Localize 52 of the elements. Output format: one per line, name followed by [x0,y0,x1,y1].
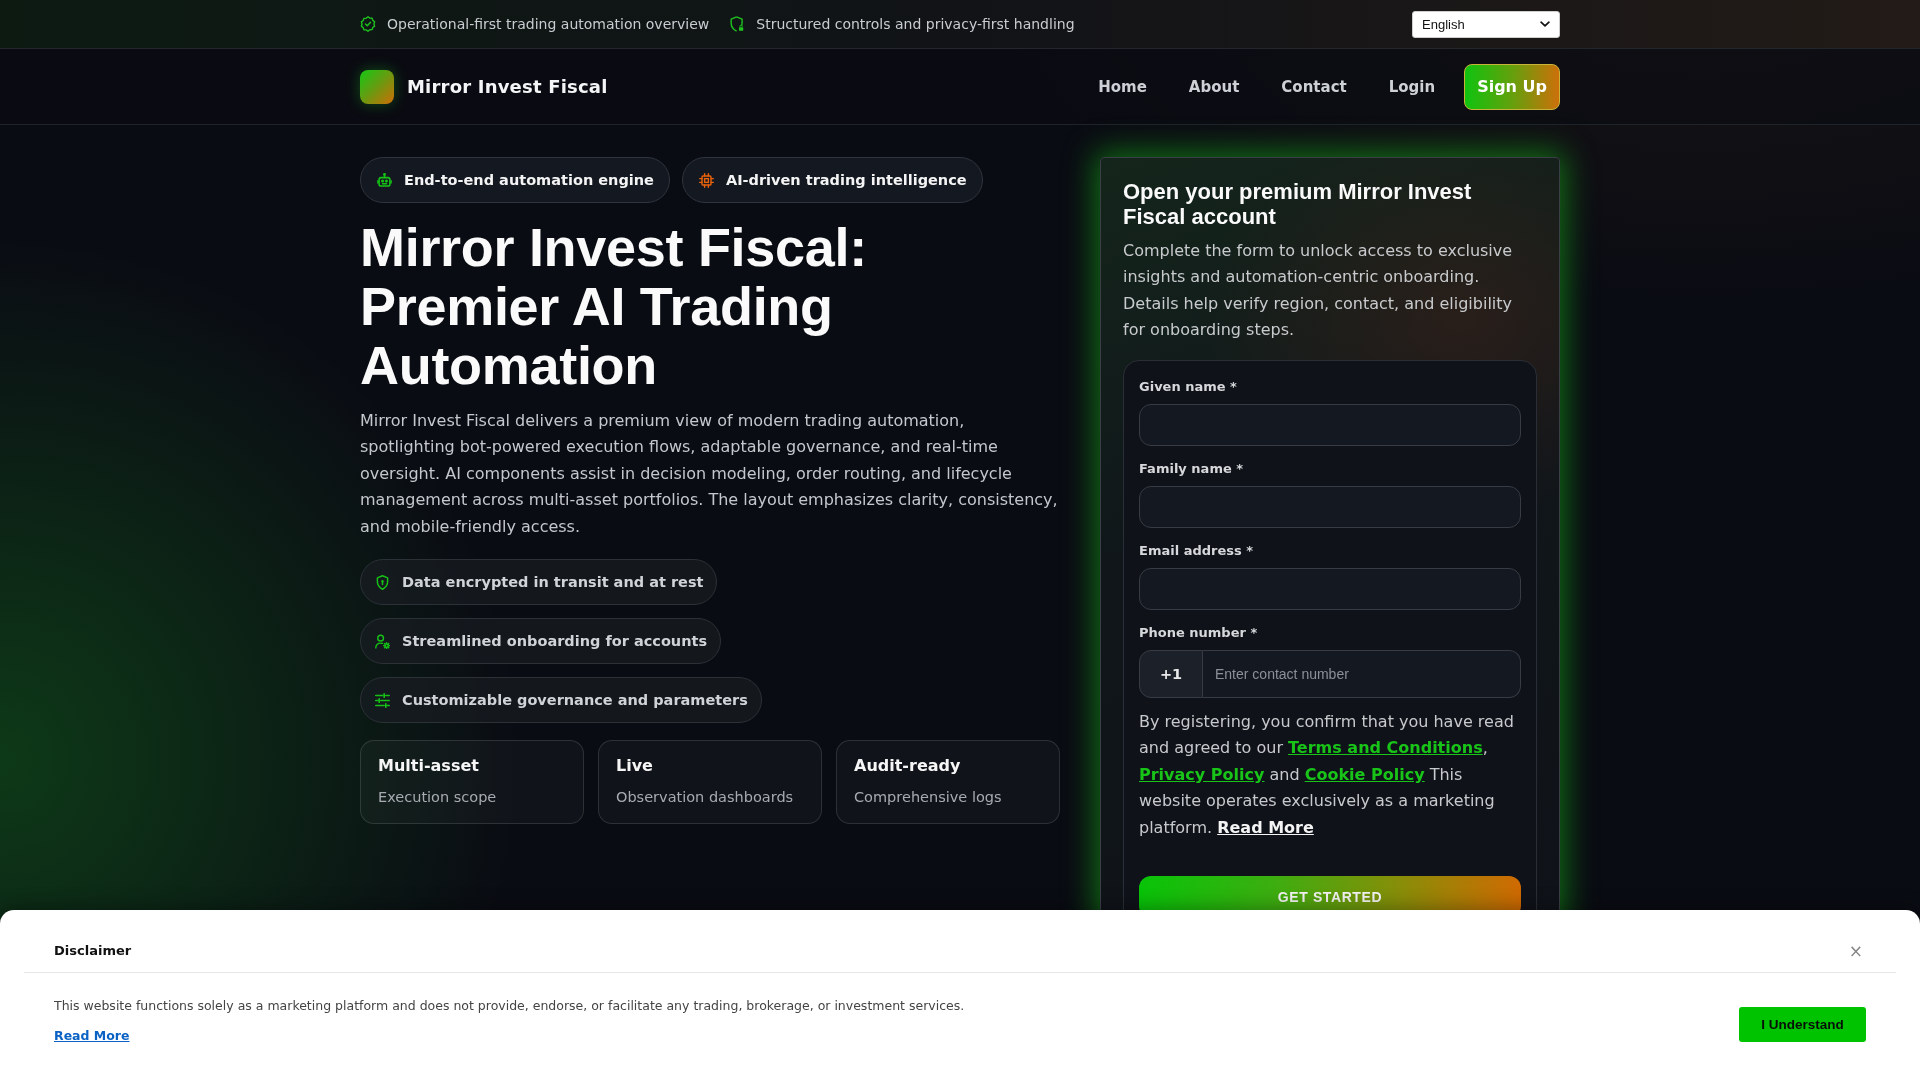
policy-link[interactable]: Privacy Policy [1139,764,1265,784]
announcement-text: Structured controls and privacy-first handling [756,16,1075,32]
nav-link[interactable]: Home [1084,67,1161,106]
hero-description: Mirror Invest Fiscal delivers a premium view of modern trading automation, spotlighting bot-powered execution flows, adaptable governance, and real-time oversight. AI components assist in decision modeling, order routing, and lifecycle management across multi-asset portfolios. The layout emphasizes clarity, consistency, and mobile-friendly access. [360,410,1059,538]
country-code[interactable]: +1 [1139,649,1203,698]
policy-link[interactable]: Terms and Conditions [1288,738,1483,758]
shield-lock-icon [729,16,746,32]
read-more-link[interactable]: Read More [54,1027,130,1045]
field-label: Email address * [1139,541,1255,560]
close-button[interactable]: × [1845,942,1866,960]
stat-title: Multi-asset [378,755,480,778]
input-field[interactable] [1139,567,1521,610]
pill-label: Customizable governance and parameters [402,692,748,709]
robot-icon [377,172,392,188]
pill-label: Streamlined onboarding for accounts [402,633,708,650]
stat-title: Audit-ready [854,755,962,778]
hero-title: Mirror Invest Fiscal: Premier AI Trading Automation [360,218,868,395]
check-badge-icon [360,16,376,32]
field-label: Phone number * [1139,623,1259,642]
signup-button[interactable]: Sign Up [1464,63,1560,110]
nav-link[interactable]: Login [1374,67,1450,106]
stat-subtitle: Execution scope [378,788,498,808]
accept-button[interactable]: I Understand [1739,1006,1866,1042]
pill-label: Data encrypted in transit and at rest [402,574,704,591]
brand-name[interactable]: Mirror Invest Fiscal [407,76,608,97]
disclaimer-text: This website functions solely as a marketing platform and does not provide, endorse, or facilitate any trading, brokerage, or investment services. [54,997,965,1015]
language-select[interactable]: English [1412,10,1560,38]
user-gear-icon [375,633,390,649]
consent-text: By registering, you confirm that you have read and agreed to our Terms and Conditions, Privacy Policy and Cookie Policy This website operates exclusively as a marketing platform. Read More [1139,710,1515,839]
logo-icon [360,69,394,104]
field-label: Given name * [1139,377,1238,396]
stat-subtitle: Comprehensive logs [854,788,1003,808]
pill-label: AI-driven trading intelligence [725,172,967,188]
phone-input[interactable]: Enter contact number [1203,649,1521,698]
input-field[interactable] [1139,485,1521,528]
stat-title: Live [616,755,654,778]
read-more-link[interactable]: Read More [1217,818,1314,837]
shield-icon [375,574,390,590]
chevron-down-icon [1540,21,1550,27]
form-description: Complete the form to unlock access to exclusive insights and automation-centric onboarding. Details help verify region, contact, and eligibility for onboarding steps. [1123,240,1514,342]
form-title: Open your premium Mirror Invest Fiscal account [1123,179,1473,229]
pill-label: End-to-end automation engine [404,172,654,188]
field-label: Family name * [1139,459,1245,478]
chip-icon [698,172,714,188]
announcement-text: Operational-first trading automation overview [387,16,710,32]
nav-link[interactable]: About [1174,67,1254,106]
stat-subtitle: Observation dashboards [616,788,795,808]
nav-link[interactable]: Contact [1267,67,1361,106]
sliders-icon [375,692,390,708]
policy-link[interactable]: Cookie Policy [1304,764,1425,784]
disclaimer-title: Disclaimer [54,942,132,960]
input-field[interactable] [1139,403,1521,446]
